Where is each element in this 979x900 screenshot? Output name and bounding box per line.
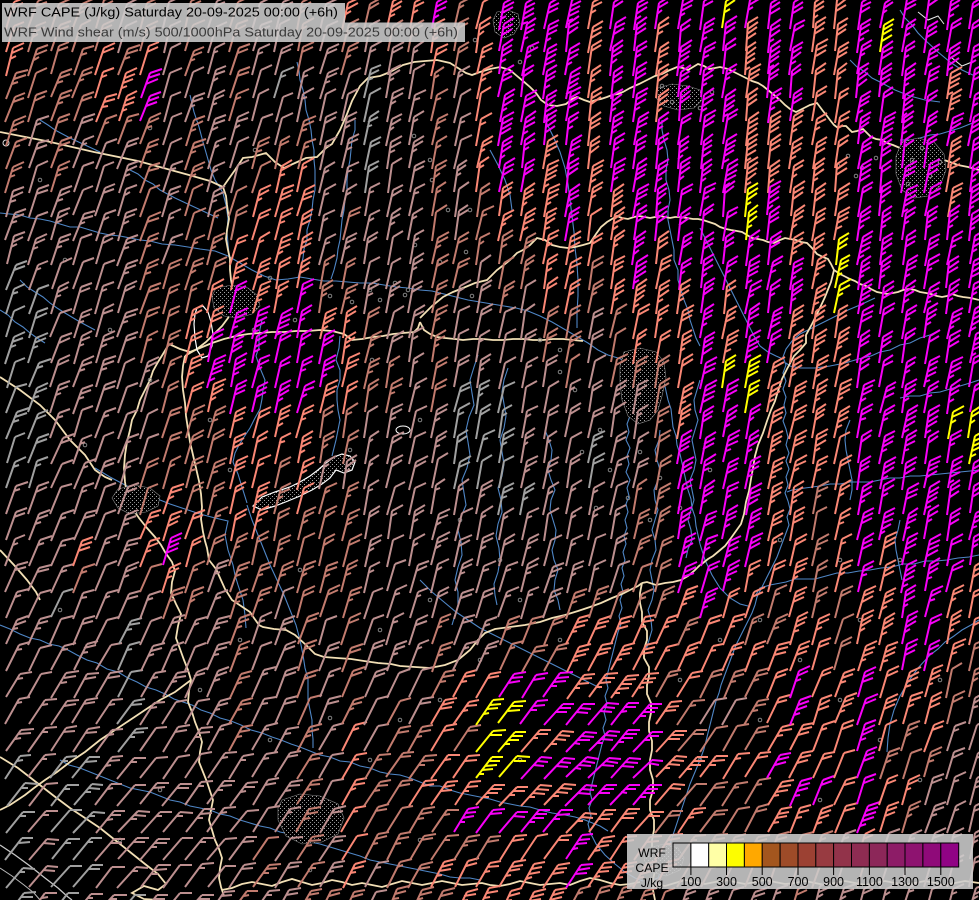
svg-text:CAPE: CAPE (635, 861, 668, 875)
svg-text:500: 500 (752, 875, 773, 889)
svg-text:WRF Wind shear (m/s) 500/1000h: WRF Wind shear (m/s) 500/1000hPa Saturda… (4, 24, 458, 39)
svg-text:WRF CAPE (J/kg) Saturday 20-09: WRF CAPE (J/kg) Saturday 20-09-2025 00:0… (4, 5, 338, 20)
svg-text:1300: 1300 (891, 875, 919, 889)
svg-text:WRF: WRF (638, 846, 666, 860)
svg-text:900: 900 (823, 875, 844, 889)
svg-text:300: 300 (716, 875, 737, 889)
svg-text:1100: 1100 (856, 875, 883, 889)
svg-text:700: 700 (788, 875, 809, 889)
svg-text:J/kg: J/kg (641, 876, 663, 890)
svg-text:100: 100 (680, 875, 701, 889)
svg-text:1500: 1500 (927, 875, 955, 889)
